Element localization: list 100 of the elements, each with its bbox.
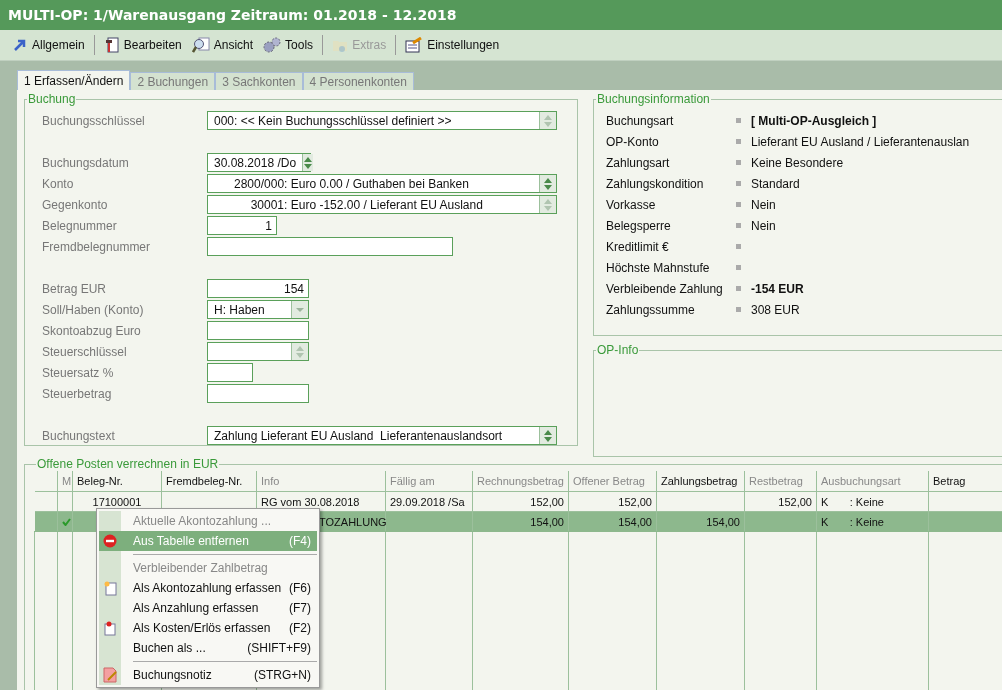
document-icon — [103, 580, 117, 596]
bullet-icon — [736, 202, 741, 207]
bullet-icon — [736, 307, 741, 312]
field-label: Buchungsschlüssel — [41, 113, 146, 128]
field-label: Steuerschlüssel — [41, 344, 128, 359]
menu-item[interactable]: Als Kosten/Erlös erfassen (F2) — [99, 618, 317, 638]
table-cell: 154,00 — [530, 515, 564, 528]
info-label: Zahlungskondition — [605, 176, 705, 191]
input-field[interactable]: Zahlung Lieferant EU Ausland Lieferantenauslandsort — [207, 426, 557, 445]
field-label: Betrag EUR — [41, 281, 108, 296]
table-cell: RG vom 30.08.2018 — [261, 495, 360, 508]
menu-header: Verbleibender Zahlbetrag — [132, 561, 268, 575]
input-field[interactable] — [207, 237, 453, 256]
settings-icon — [405, 37, 424, 53]
toolbar-button[interactable]: Tools — [259, 35, 318, 55]
info-value: 308 EUR — [751, 302, 800, 317]
tab[interactable]: 1 Erfassen/Ändern — [17, 70, 131, 90]
spinner-icon[interactable] — [539, 196, 556, 213]
column-header[interactable]: Beleg-Nr. — [72, 471, 162, 492]
input-field[interactable] — [207, 363, 253, 382]
no-entry-icon — [103, 534, 117, 548]
bullet-icon — [736, 244, 741, 249]
table-cell: K : Keine — [821, 515, 884, 528]
table-cell: 152,00 — [618, 495, 652, 508]
group-title: Offene Posten verrechnen in EUR — [36, 457, 220, 471]
toolbar-button[interactable]: Ansicht — [187, 35, 258, 55]
info-value: Nein — [751, 197, 776, 212]
field-label: Buchungstext — [41, 428, 116, 443]
info-label: OP-Konto — [605, 134, 660, 149]
table-cell: 17100001 — [92, 495, 142, 508]
bullet-icon — [736, 181, 741, 186]
info-value: Nein — [751, 218, 776, 233]
info-label: Verbleibende Zahlung — [605, 281, 724, 296]
info-value: -154 EUR — [751, 281, 804, 296]
info-value: Standard — [751, 176, 800, 191]
info-label: Buchungsart — [605, 113, 675, 128]
bullet-icon — [736, 160, 741, 165]
menu-header: Aktuelle Akontozahlung ... — [132, 514, 272, 528]
column-header[interactable]: Fremdbeleg-Nr. — [161, 471, 257, 492]
input-field[interactable]: 1 — [207, 216, 277, 235]
input-field[interactable]: 30.08.2018 /Do — [207, 153, 311, 172]
group-title: Buchung — [27, 92, 77, 106]
input-field[interactable] — [207, 342, 309, 361]
info-label: Kreditlimit € — [605, 239, 670, 254]
group-title: OP-Info — [596, 343, 640, 357]
spinner-icon[interactable] — [539, 427, 556, 444]
arrow-icon — [12, 37, 28, 53]
column-header[interactable]: Betrag — [928, 471, 1002, 492]
field-label: Steuersatz % — [41, 365, 115, 380]
bullet-icon — [736, 286, 741, 291]
info-label: Vorkasse — [605, 197, 657, 212]
field-label: Buchungsdatum — [41, 155, 130, 170]
input-field[interactable]: H: Haben — [207, 300, 309, 319]
info-label: Höchste Mahnstufe — [605, 260, 711, 275]
info-value: Lieferant EU Ausland / Lieferantenauslan — [751, 134, 970, 149]
input-field[interactable]: 154 — [207, 279, 309, 298]
column-header[interactable]: Zahlungsbetrag — [656, 471, 745, 492]
spinner-icon[interactable] — [302, 154, 314, 171]
field-label: Belegnummer — [41, 218, 118, 233]
input-field[interactable]: 000: << Kein Buchungsschlüssel definiert >> — [207, 111, 557, 130]
input-field[interactable] — [207, 321, 309, 340]
table-cell: K : Keine — [821, 495, 884, 508]
window-title: MULTI-OP: 1/Warenausgang Zeitraum: 01.2018 - 12.2018 — [0, 0, 1002, 30]
field-label: Skontoabzug Euro — [41, 323, 142, 338]
field-label: Steuerbetrag — [41, 386, 113, 401]
menu-item[interactable]: Buchen als ... (SHIFT+F9) — [99, 638, 317, 658]
table-cell: TOZAHLUNG — [319, 515, 387, 528]
gear-icon — [263, 37, 282, 53]
field-label: Soll/Haben (Konto) — [41, 302, 145, 317]
toolbar-button[interactable]: Bearbeiten — [99, 35, 186, 55]
info-value: [ Multi-OP-Ausgleich ] — [751, 113, 877, 128]
menu-item[interactable]: Als Anzahlung erfassen (F7) — [99, 598, 317, 618]
spinner-icon[interactable] — [291, 343, 308, 360]
bullet-icon — [736, 223, 741, 228]
magnifier-icon — [191, 37, 210, 53]
table-cell: 152,00 — [778, 495, 812, 508]
info-label: Zahlungssumme — [605, 302, 696, 317]
spinner-icon[interactable] — [539, 112, 556, 129]
document-icon — [103, 620, 117, 636]
input-field[interactable]: 2800/000: Euro 0.00 / Guthaben bei Banken — [207, 174, 557, 193]
spinner-icon[interactable] — [539, 175, 556, 192]
input-field[interactable] — [207, 384, 309, 403]
bullet-icon — [736, 265, 741, 270]
info-label: Zahlungsart — [605, 155, 671, 170]
table-cell: 154,00 — [618, 515, 652, 528]
toolbar-button[interactable]: Allgemein — [8, 35, 89, 55]
tab[interactable]: 2 Buchungen — [130, 72, 216, 90]
toolbar-button[interactable]: Einstellungen — [401, 35, 504, 55]
info-label: Belegsperre — [605, 218, 672, 233]
menu-item[interactable]: Als Akontozahlung erfassen (F6) — [99, 578, 317, 598]
group-title: Buchungsinformation — [596, 92, 711, 106]
table-cell: 152,00 — [530, 495, 564, 508]
field-label: Gegenkonto — [41, 197, 109, 212]
input-field[interactable]: 30001: Euro -152.00 / Lieferant EU Ausland — [207, 195, 557, 214]
table-cell: 29.09.2018 /Sa — [390, 495, 465, 508]
menu-item[interactable]: Buchungsnotiz (STRG+N) — [99, 665, 317, 685]
note-icon — [102, 667, 118, 683]
field-label: Fremdbelegnummer — [41, 239, 152, 254]
info-value: Keine Besondere — [751, 155, 844, 170]
document-icon — [103, 37, 120, 53]
